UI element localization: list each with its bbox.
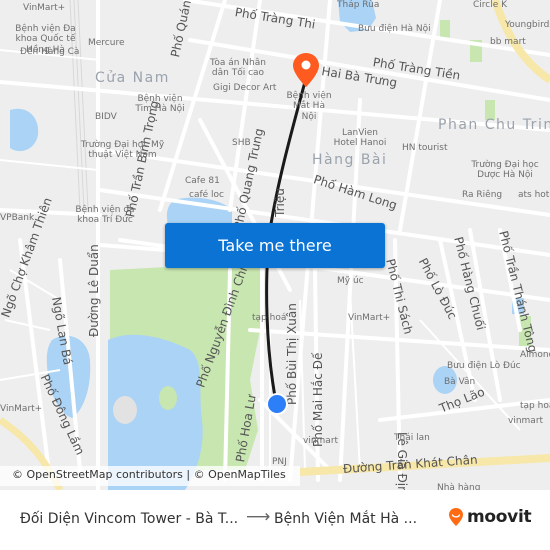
poi-label: Bưu điện Hà Nội	[358, 24, 431, 34]
street-label: Triệu	[273, 188, 287, 217]
street-label: Phố Bùi Thị Xuân	[285, 303, 299, 405]
moovit-logo[interactable]: moovit	[448, 507, 532, 527]
poi-label: vinmart	[508, 416, 544, 426]
district-label: Phan Chu Trinh	[438, 117, 550, 133]
poi-label: Mercure	[88, 38, 125, 48]
poi-label: café loc	[189, 190, 224, 200]
poi-label: Ra Riêng	[462, 190, 503, 200]
origin-location-icon[interactable]	[265, 392, 289, 416]
arrow-right-icon: ⟶	[246, 507, 271, 527]
poi-label: Mỹ úc	[337, 276, 364, 286]
poi-label: vinmart	[303, 436, 339, 446]
poi-label: Gigi Decor Art	[213, 83, 277, 93]
poi-label: Cafe 81	[185, 176, 220, 186]
poi-label: VinMart+	[348, 313, 391, 323]
poi-label: VinMart+	[0, 404, 43, 414]
poi-label: Đền Hàng Cà	[20, 47, 80, 57]
street-label: Phố Mai Hắc Đế	[311, 352, 325, 447]
poi-label: Youngbirds	[505, 20, 550, 30]
poi-label: Almond	[520, 350, 550, 360]
poi-label: Thái lan	[394, 433, 430, 443]
map-view[interactable]: Cửa Nam Hàng Bài Phan Chu Trinh Phố Tràn…	[0, 0, 550, 490]
poi-label: Tòa án Nhân dân Tối cao	[210, 58, 266, 79]
district-label: Cửa Nam	[95, 70, 170, 86]
route-footer: Đối Diện Vincom Tower - Bà T... ⟶ Bệnh V…	[0, 490, 550, 550]
poi-label: Trường Đại học Dược Hà Nội	[471, 160, 539, 181]
poi-label: VinMart+	[23, 3, 66, 13]
poi-label: Bà Vân	[444, 377, 476, 387]
poi-label: tạp hoá	[252, 313, 287, 323]
poi-label: Circle K	[473, 0, 508, 10]
poi-label: SHB	[232, 138, 251, 148]
poi-label: LanVien Hotel Hanoi	[333, 128, 387, 149]
district-label: Hàng Bài	[312, 152, 388, 168]
map-attribution[interactable]: © OpenStreetMap contributors | © OpenMap…	[0, 466, 300, 486]
origin-stop-name: Đối Diện Vincom Tower - Bà T...	[20, 511, 239, 527]
poi-label: Trường Đại học Mỹ thuật Việt Nam	[80, 140, 165, 161]
poi-label: Tháp Rùa	[337, 0, 380, 10]
poi-label: Bệnh viện đa khoa Trí Đức	[75, 205, 135, 226]
destination-pin-icon[interactable]	[292, 52, 320, 88]
moovit-wordmark: moovit	[467, 507, 532, 527]
poi-label: ats hotel	[518, 190, 550, 200]
poi-label: BIDV	[95, 112, 117, 122]
poi-label: Bưu điện Lò Đúc	[447, 361, 521, 371]
poi-label: VPBank	[0, 213, 35, 223]
take-me-there-button[interactable]: Take me there	[165, 223, 385, 268]
destination-stop-name: Bệnh Viện Mắt Hà ...	[274, 511, 418, 527]
poi-label: HN tourist	[402, 143, 448, 153]
poi-label: Bệnh viện Mắt Hà Nội	[286, 91, 332, 122]
poi-label: bb mart	[490, 37, 526, 47]
poi-label: Nhà hàng	[437, 483, 481, 490]
poi-label: tạp hoá	[520, 401, 550, 411]
west-lake-small	[10, 108, 39, 152]
moovit-pin-icon	[449, 508, 463, 526]
poi-label: Bệnh viện Tim Hà Nội	[135, 94, 185, 115]
street-label: Đường Lê Duẩn	[87, 244, 101, 337]
